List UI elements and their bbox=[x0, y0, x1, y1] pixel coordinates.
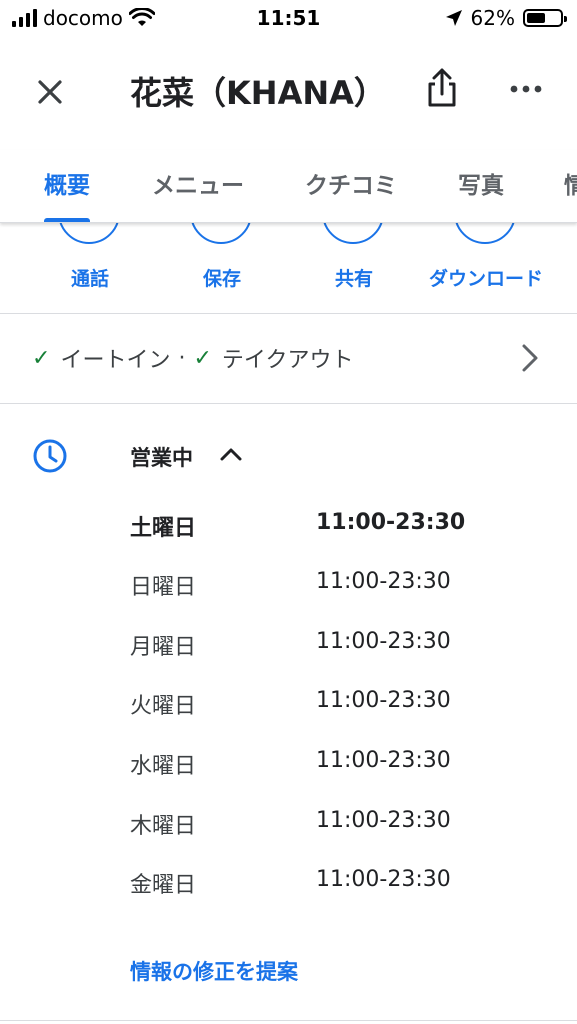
share-icon[interactable] bbox=[420, 66, 464, 110]
suggest-edit-link[interactable]: 情報の修正を提案 bbox=[130, 956, 298, 986]
download-label: ダウンロード bbox=[428, 268, 543, 290]
tab-photos[interactable]: 写真 bbox=[458, 166, 504, 200]
day-name: 土曜日 bbox=[130, 516, 197, 541]
day-name: 金曜日 bbox=[130, 873, 197, 898]
tab-bar: 概要 メニュー クチコミ 写真 情 bbox=[0, 150, 577, 223]
battery-icon bbox=[523, 9, 567, 27]
day-hours: 11:00-23:30 bbox=[316, 808, 451, 833]
clock-icon bbox=[33, 439, 67, 473]
tab-overview[interactable]: 概要 bbox=[44, 166, 90, 200]
save-label: 保存 bbox=[202, 268, 241, 290]
download-icon bbox=[454, 222, 516, 244]
more-icon[interactable] bbox=[504, 72, 548, 106]
open-status[interactable]: 営業中 bbox=[130, 442, 193, 472]
hours-row: 火曜日 11:00-23:30 bbox=[130, 688, 550, 728]
battery-percent: 62% bbox=[470, 6, 515, 30]
takeout-label: テイクアウト bbox=[221, 348, 354, 373]
close-icon[interactable] bbox=[30, 72, 70, 112]
day-hours: 11:00-23:30 bbox=[316, 569, 451, 594]
day-name: 火曜日 bbox=[130, 694, 197, 719]
place-title: 花菜（KHANA） bbox=[130, 74, 386, 112]
active-tab-indicator bbox=[44, 218, 90, 222]
hours-row: 水曜日 11:00-23:30 bbox=[130, 748, 550, 788]
tab-info[interactable]: 情 bbox=[564, 166, 577, 200]
day-name: 月曜日 bbox=[130, 635, 197, 660]
chevron-right-icon bbox=[522, 344, 538, 372]
day-name: 水曜日 bbox=[130, 754, 197, 779]
service-options: ✓ イートイン · ✓ テイクアウト bbox=[32, 342, 353, 374]
status-bar: docomo 11:51 62% bbox=[0, 0, 577, 40]
day-name: 木曜日 bbox=[130, 814, 197, 839]
battery-cap bbox=[564, 16, 567, 22]
hours-row: 木曜日 11:00-23:30 bbox=[130, 808, 550, 848]
day-hours: 11:00-23:30 bbox=[316, 748, 451, 773]
status-right: 62% bbox=[445, 6, 567, 30]
separator-dot: · bbox=[178, 345, 186, 371]
battery-fill bbox=[527, 13, 546, 23]
day-hours: 11:00-23:30 bbox=[316, 629, 451, 654]
location-arrow-icon bbox=[445, 10, 462, 26]
day-hours: 11:00-23:30 bbox=[316, 867, 451, 892]
day-hours: 11:00-23:30 bbox=[316, 688, 451, 713]
check-icon: ✓ bbox=[32, 345, 51, 371]
place-header: 花菜（KHANA） bbox=[0, 50, 577, 130]
tab-reviews[interactable]: クチコミ bbox=[305, 166, 397, 200]
hours-row: 金曜日 11:00-23:30 bbox=[130, 867, 550, 907]
day-name: 日曜日 bbox=[130, 575, 197, 600]
day-hours: 11:00-23:30 bbox=[316, 510, 466, 535]
hours-section: 営業中 土曜日 11:00-23:30 日曜日 11:00-23:30 月曜日 … bbox=[0, 404, 577, 1004]
dine-in-label: イートイン bbox=[60, 348, 171, 373]
hours-row: 月曜日 11:00-23:30 bbox=[130, 629, 550, 669]
divider bbox=[0, 1020, 577, 1021]
share-label: 共有 bbox=[334, 268, 373, 290]
tab-menu[interactable]: メニュー bbox=[152, 166, 244, 200]
share-action-icon bbox=[322, 222, 384, 244]
bookmark-icon bbox=[190, 222, 252, 244]
check-icon: ✓ bbox=[193, 345, 212, 371]
call-label: 通話 bbox=[70, 268, 109, 290]
service-options-row[interactable]: ✓ イートイン · ✓ テイクアウト bbox=[0, 314, 577, 402]
action-buttons: 通話 保存 共有 ダウンロード bbox=[0, 222, 577, 314]
chevron-up-icon[interactable] bbox=[218, 444, 244, 464]
phone-icon bbox=[58, 222, 120, 244]
hours-row: 土曜日 11:00-23:30 bbox=[130, 510, 550, 550]
hours-row: 日曜日 11:00-23:30 bbox=[130, 569, 550, 609]
